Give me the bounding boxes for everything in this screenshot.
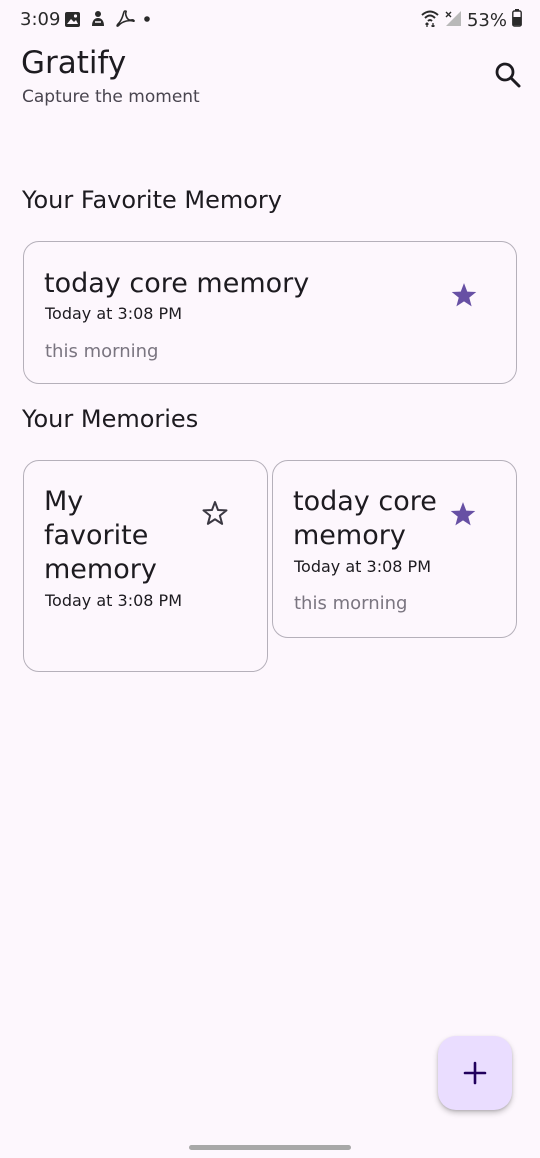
wifi-icon (421, 9, 439, 31)
memory-card[interactable]: My favorite memory Today at 3:08 PM (23, 460, 268, 672)
card-title-line: favorite (44, 520, 149, 551)
card-time: Today at 3:08 PM (294, 557, 431, 576)
card-time: Today at 3:08 PM (45, 304, 182, 323)
add-memory-button[interactable] (438, 1036, 512, 1110)
app-notification-icon (89, 10, 107, 28)
card-title: My favorite memory (44, 485, 157, 587)
card-title-line: memory (293, 520, 406, 551)
acrobat-icon (115, 10, 135, 28)
memory-card[interactable]: today core memory Today at 3:08 PM this … (272, 460, 517, 638)
signal-icon (444, 9, 462, 31)
card-title-line: My (44, 486, 84, 517)
memories-section-title: Your Memories (22, 405, 199, 433)
status-icons-left (64, 10, 151, 28)
card-title: today core memory (44, 268, 310, 299)
star-outline-icon[interactable] (200, 498, 230, 528)
status-bar: 3:09 53% (0, 0, 540, 40)
card-note: this morning (294, 593, 408, 614)
battery-icon (512, 9, 522, 31)
status-icons-right: 53% (421, 9, 522, 31)
search-icon (495, 62, 521, 88)
app-subtitle: Capture the moment (22, 87, 200, 107)
card-note: this morning (45, 341, 159, 362)
gallery-icon (64, 11, 81, 28)
card-title: today core memory (293, 485, 437, 553)
favorite-memory-card[interactable]: today core memory Today at 3:08 PM this … (23, 241, 517, 384)
status-time: 3:09 (20, 9, 61, 30)
card-title-line: memory (44, 554, 157, 585)
battery-percent: 53% (466, 9, 507, 31)
star-filled-icon[interactable] (448, 499, 478, 529)
search-button[interactable] (491, 58, 525, 92)
gesture-nav-handle[interactable] (189, 1145, 351, 1150)
star-filled-icon[interactable] (449, 280, 479, 310)
dot-icon (143, 15, 151, 23)
card-title-line: today core (293, 486, 437, 517)
card-time: Today at 3:08 PM (45, 591, 182, 610)
plus-icon (463, 1061, 487, 1085)
favorite-section-title: Your Favorite Memory (22, 186, 283, 214)
app-title: Gratify (21, 45, 127, 81)
